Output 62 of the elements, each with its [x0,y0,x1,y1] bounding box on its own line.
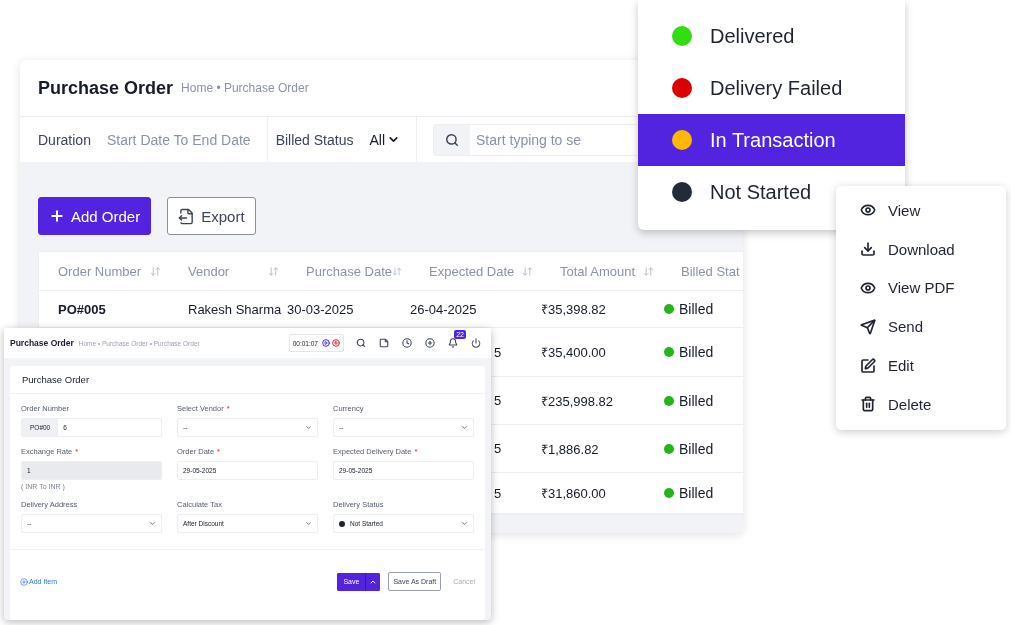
play-icon[interactable] [322,339,330,347]
table-cell: Billed [679,392,714,409]
filter-label: Duration [38,131,91,148]
table-cell-text: ₹31,860.00 [541,485,607,502]
eye-icon [860,280,876,296]
table-cell: 5 [494,344,502,360]
table-cell: 5 [494,485,502,501]
caret-icon [461,424,468,431]
menu-item-label: Delivered [710,24,795,48]
note-icon[interactable] [379,338,389,348]
card-title: Purchase Order [10,366,485,394]
search-icon [445,132,460,147]
bell-icon[interactable] [448,338,458,348]
table-cell: 5 [494,441,502,456]
menu-item[interactable]: Edit [836,346,1006,385]
caret-icon [305,520,312,527]
table-cell-text: 26-04-2025 [410,301,478,317]
caret-icon [461,520,468,527]
page-title: Purchase Order [38,77,174,99]
search-icon[interactable] [356,338,366,348]
plus-icon [20,577,28,586]
table-cell: Billed [679,344,714,360]
table-cell-text: ₹35,400.00 [541,344,607,361]
filter-label: Billed Status [275,131,354,148]
table-cell: Billed [679,301,714,317]
billed-status-dropdown[interactable]: All [369,131,401,148]
table-cell: 5 [494,393,502,408]
caret-icon [305,424,312,431]
table-cell-text: Rakesh Sharma [187,301,283,317]
caret-icon [149,520,156,527]
menu-item[interactable]: In Transaction [638,114,905,166]
edit-icon [860,357,876,374]
power-icon[interactable] [471,338,481,348]
table-cell: Billed [679,440,714,457]
export-button[interactable]: Export [167,197,256,235]
menu-item[interactable]: View [836,191,1006,230]
menu-item[interactable]: Delivery Failed [638,62,905,114]
menu-item-label: Delivery Failed [710,76,843,100]
trash-icon [860,396,876,413]
menu-item[interactable]: Delivered [638,10,905,62]
table-cell-text: ₹35,398.82 [541,301,607,318]
menu-item-label: Not Started [710,180,812,204]
stop-icon[interactable] [332,339,340,347]
table-cell-text: PO#005 [57,301,107,317]
table-cell-text: ₹1,886.82 [541,440,600,458]
menu-item[interactable]: Send [836,307,1006,347]
plus-icon[interactable] [425,338,435,348]
add-order-button[interactable]: Add Order [38,197,152,235]
menu-item[interactable]: View PDF [836,268,1006,308]
table-cell-text: ₹235,998.82 [541,392,615,410]
table-cell: Billed [679,485,714,501]
menu-item[interactable]: Download [836,229,1006,269]
export-icon [178,207,196,225]
table-cell-text: 30-03-2025 [287,301,355,317]
breadcrumb: Home • Purchase Order [181,81,309,95]
plus-icon [49,208,65,224]
send-icon [860,318,876,335]
download-icon [860,241,876,258]
clock-icon[interactable] [402,338,412,348]
menu-item-label: In Transaction [710,128,836,152]
menu-item[interactable]: Delete [836,385,1006,424]
window-title: Purchase Order [10,338,74,348]
